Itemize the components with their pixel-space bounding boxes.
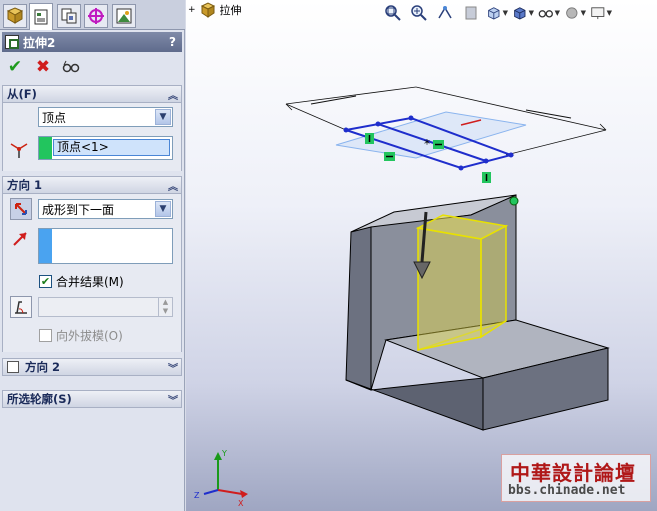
watermark-url: bbs.chinade.net [508, 483, 626, 498]
svg-text:Y: Y [221, 449, 227, 458]
glasses-icon [62, 60, 80, 73]
reverse-direction-icon [15, 203, 27, 215]
sketch-preview-ghost [335, 111, 527, 159]
preview-button[interactable] [61, 57, 81, 77]
chevron-down-icon: ▼ [155, 109, 171, 125]
graphics-viewport[interactable]: + 拉伸 ▼ ▼ ▼ ▼ ▼ * Y Z X 中華設計論壇 bbs.chinad… [186, 0, 657, 511]
model-scene[interactable]: * Y Z X [186, 0, 657, 511]
tab-display-manager[interactable] [112, 4, 136, 28]
ok-button[interactable]: ✔ [5, 57, 25, 77]
merge-result-label: 合并结果(M) [56, 275, 124, 289]
collapse-icon: ︽ [168, 90, 178, 102]
cancel-button[interactable]: ✖ [33, 57, 53, 77]
selected-vertex-marker[interactable] [509, 196, 519, 206]
spin-arrows-icon[interactable]: ▲ ▼ [158, 298, 172, 316]
direction2-group-header[interactable]: 方向 2 ︾ [2, 358, 182, 376]
checkmark-icon: ✔ [7, 57, 23, 77]
feature-title-bar: 拉伸2 ? [2, 32, 182, 52]
selection-color-swatch [39, 229, 52, 263]
draft-angle-input[interactable]: ▲ ▼ [38, 297, 173, 317]
tab-property-manager[interactable] [29, 3, 53, 30]
expand-icon: ︾ [168, 363, 178, 375]
direction1-group-header[interactable]: 方向 1 ︽ [2, 176, 182, 194]
tab-feature-manager[interactable] [3, 4, 27, 28]
origin-star-marker: * [424, 137, 430, 151]
end-condition-select[interactable]: 成形到下一面 ▼ [38, 199, 173, 219]
extrude-preview [415, 214, 509, 351]
selected-contours-group-title: 所选轮廓(S) [7, 392, 72, 406]
selection-color-swatch [39, 137, 52, 159]
from-group-title: 从(F) [7, 87, 37, 101]
configuration-manager-icon [61, 8, 77, 24]
from-selection-list[interactable]: 顶点<1> [38, 136, 173, 160]
expand-icon: ︾ [168, 395, 178, 407]
feature-title: 拉伸2 [23, 35, 56, 50]
action-buttons: ✔ ✖ [2, 55, 182, 79]
close-icon: ✖ [35, 57, 51, 77]
coordinate-triad: Y Z X [194, 449, 248, 508]
vertex-icon [10, 143, 28, 158]
watermark-title: 中華設計論壇 [510, 461, 636, 485]
tab-configuration-manager[interactable] [57, 4, 81, 28]
from-selection-item[interactable]: 顶点<1> [53, 139, 170, 156]
tab-dimxpert[interactable] [84, 4, 108, 28]
selected-contours-group-header[interactable]: 所选轮廓(S) ︾ [2, 390, 182, 408]
direction-arrow-icon [13, 232, 27, 246]
from-group-body: 顶点 ▼ 顶点<1> [2, 103, 182, 171]
property-manager-panel: 拉伸2 ? ✔ ✖ 从(F) ︽ 顶点 ▼ 顶点<1> 方向 1 ︽ 成形到下一… [0, 0, 185, 511]
checkbox-checked-icon: ✔ [39, 275, 52, 288]
reverse-direction-button[interactable] [10, 198, 32, 220]
direction2-checkbox[interactable] [7, 361, 19, 373]
direction2-group-title: 方向 2 [25, 360, 61, 374]
forum-watermark: 中華設計論壇 bbs.chinade.net [501, 454, 651, 502]
direction1-group-title: 方向 1 [7, 178, 43, 192]
feature-manager-icon [6, 7, 24, 24]
from-group-header[interactable]: 从(F) ︽ [2, 85, 182, 103]
direction1-group-body: 成形到下一面 ▼ ✔ 合并结果(M) ▲ ▼ 向外拔模(O) [2, 194, 182, 352]
dimxpert-icon [88, 8, 104, 24]
svg-text:Z: Z [194, 491, 200, 500]
draft-angle-icon [15, 301, 27, 314]
extrude-feature-icon [5, 35, 19, 49]
svg-text:X: X [238, 499, 244, 508]
display-manager-icon [116, 8, 132, 24]
draft-outward-checkbox[interactable]: 向外拔模(O) [39, 327, 123, 344]
merge-result-checkbox[interactable]: ✔ 合并结果(M) [39, 273, 124, 290]
manager-tab-strip [0, 0, 185, 30]
draft-outward-label: 向外拔模(O) [56, 329, 123, 343]
chevron-down-icon: ▼ [155, 201, 171, 217]
direction-reference-list[interactable] [38, 228, 173, 264]
collapse-icon: ︽ [168, 181, 178, 193]
from-condition-select[interactable]: 顶点 ▼ [38, 107, 173, 127]
draft-toggle-button[interactable] [10, 296, 32, 318]
help-button[interactable]: ? [169, 35, 176, 49]
property-manager-icon [34, 9, 48, 25]
